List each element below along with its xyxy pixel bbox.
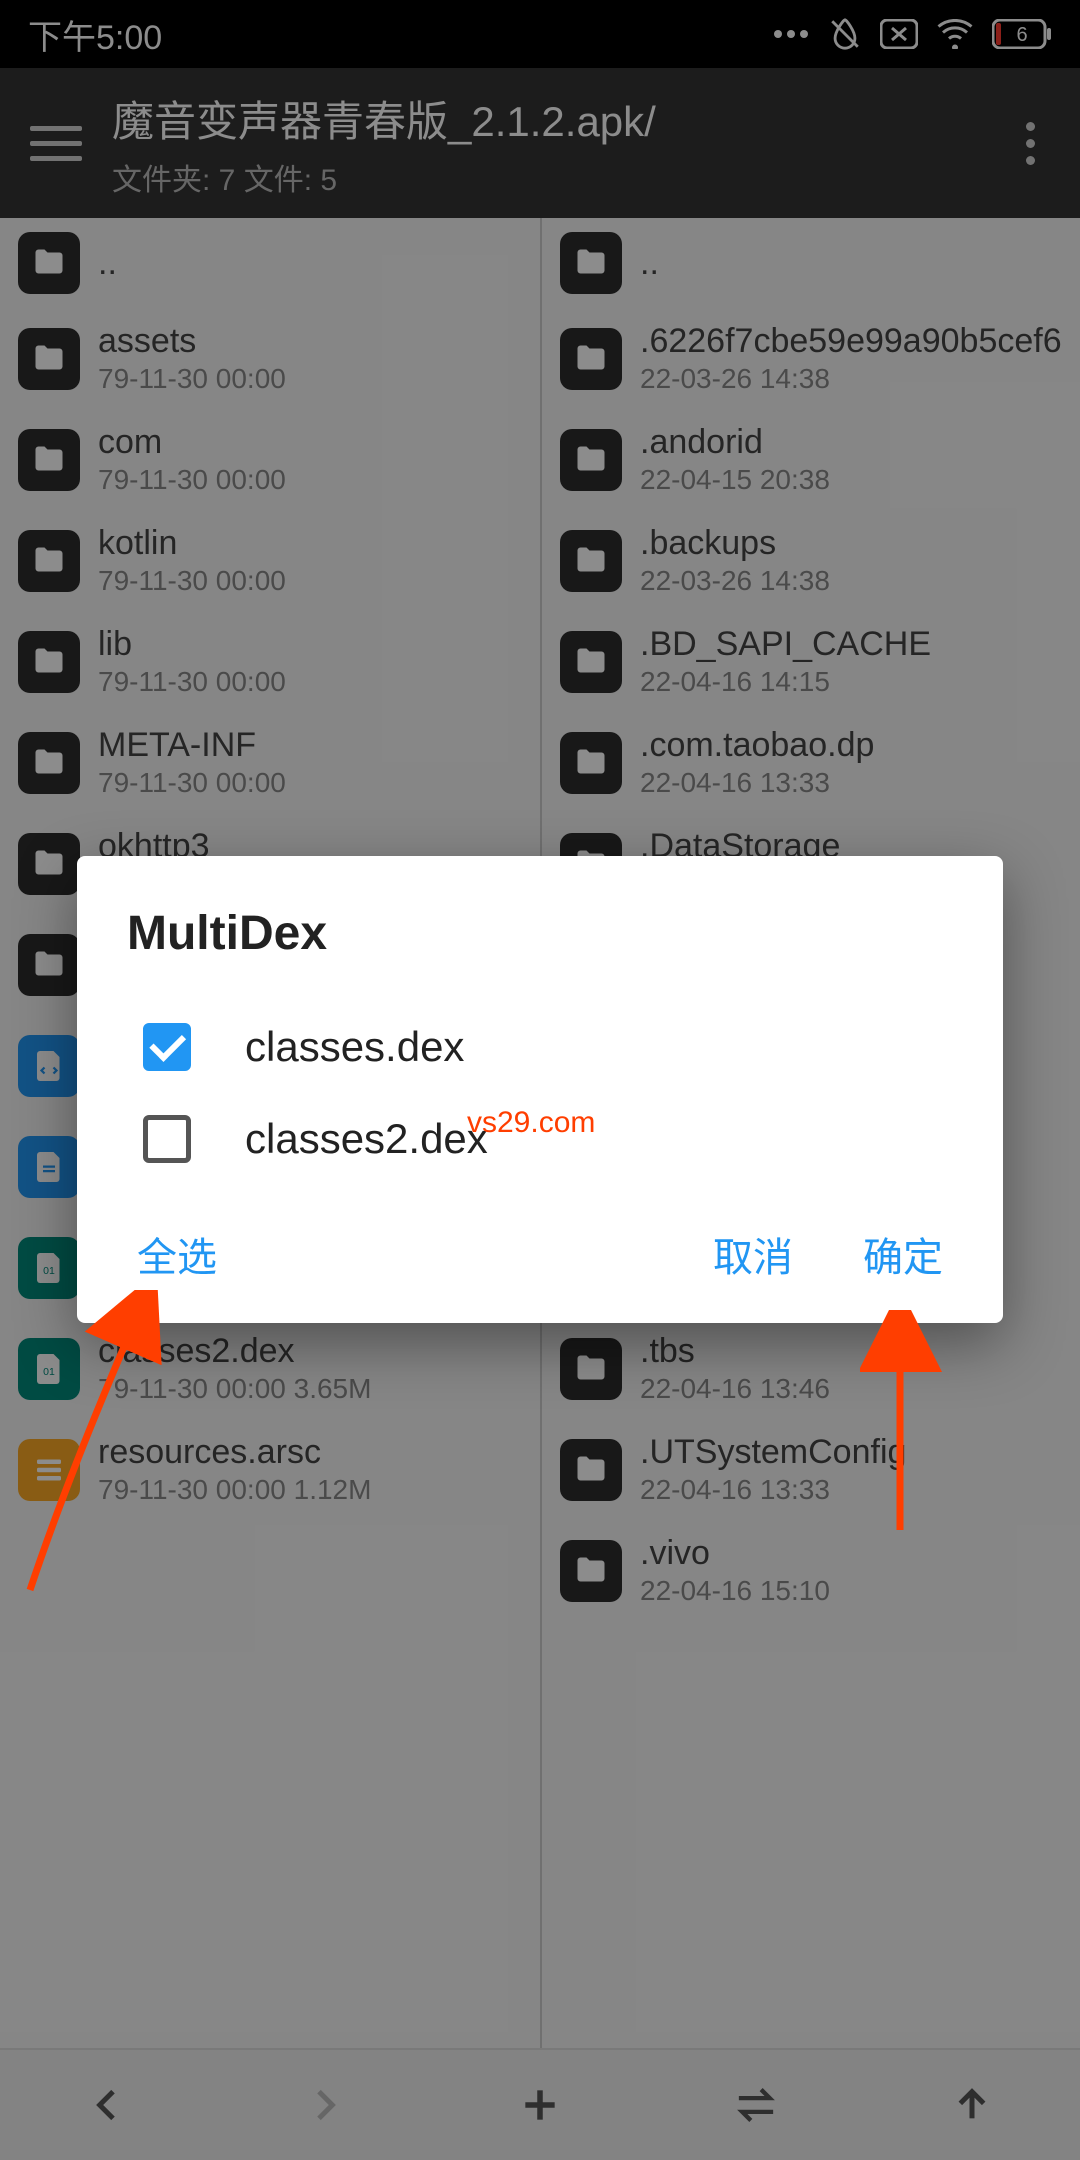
dialog-item-0[interactable]: classes.dex <box>127 1001 953 1093</box>
dialog-title: MultiDex <box>127 906 953 961</box>
dialog-item-label: classes2.dex <box>245 1115 488 1163</box>
checkbox-unchecked-icon[interactable] <box>143 1115 191 1163</box>
dialog-actions: 全选 取消 确定 <box>127 1225 953 1283</box>
dialog-item-label: classes.dex <box>245 1023 464 1071</box>
cancel-button[interactable]: 取消 <box>713 1225 793 1283</box>
select-all-button[interactable]: 全选 <box>137 1225 217 1283</box>
watermark-text: vs29.com <box>467 1106 595 1140</box>
multidex-dialog: MultiDex classes.dex classes2.dex vs29.c… <box>77 856 1003 1323</box>
ok-button[interactable]: 确定 <box>863 1225 943 1283</box>
checkbox-checked-icon[interactable] <box>143 1023 191 1071</box>
